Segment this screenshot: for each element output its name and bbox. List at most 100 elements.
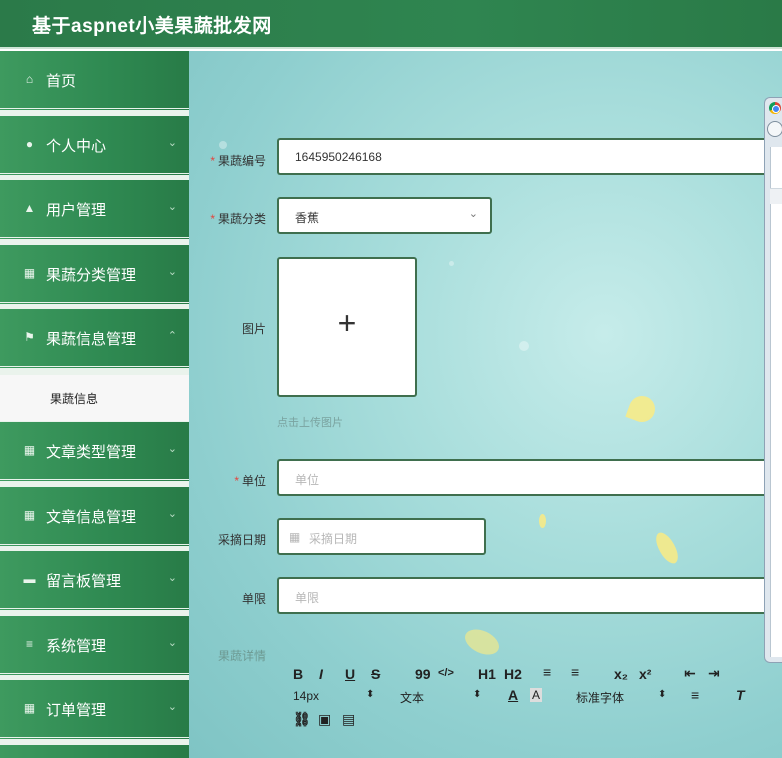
required-mark: * — [210, 154, 215, 168]
sidebar-item-order-management[interactable]: ▦ 订单管理 ⌄ — [0, 680, 189, 740]
grid-icon: ▦ — [23, 701, 36, 715]
chrome-icon — [769, 102, 781, 114]
background-color-button[interactable]: A — [530, 688, 543, 702]
code-label: * 果蔬编号 — [210, 154, 266, 168]
calendar-icon: ▦ — [289, 530, 301, 544]
align-button[interactable]: ≡ — [691, 687, 699, 703]
image-upload[interactable]: + — [277, 257, 417, 397]
background-flower — [625, 392, 659, 426]
window-strip — [770, 188, 782, 204]
menu-icon: ≡ — [25, 637, 33, 651]
sidebar-item-label: 果蔬分类管理 — [46, 267, 137, 284]
chevron-down-icon: ⌄ — [167, 508, 177, 520]
unit-label: * 单位 — [234, 474, 266, 488]
required-mark: * — [234, 474, 239, 488]
code-input[interactable]: 1645950246168 — [277, 138, 782, 175]
font-family-select[interactable]: 标准字体 — [576, 689, 624, 706]
table-icon: ▦ — [23, 508, 36, 522]
sidebar-item-label: 个人中心 — [46, 138, 107, 155]
window-content-pane — [770, 147, 782, 657]
chevron-down-icon: ⌄ — [167, 443, 177, 455]
format-select[interactable]: 文本 — [400, 689, 424, 706]
superscript-button[interactable]: x² — [639, 666, 651, 682]
sidebar-item-partial — [0, 745, 189, 758]
grid-icon: ▦ — [23, 443, 36, 457]
sidebar-item-message-board-management[interactable]: ▬ 留言板管理 ⌄ — [0, 551, 189, 611]
users-icon: ▲ — [23, 201, 36, 215]
category-select[interactable]: 香蕉 ⌄ — [277, 197, 492, 234]
sidebar-item-label: 文章信息管理 — [46, 509, 137, 526]
pick-date-label: 采摘日期 — [217, 533, 266, 547]
header1-button[interactable]: H1 — [478, 666, 496, 682]
sidebar-item-label: 文章类型管理 — [46, 444, 137, 461]
back-button[interactable] — [767, 121, 782, 137]
sidebar-item-category-management[interactable]: ▦ 果蔬分类管理 ⌄ — [0, 245, 189, 305]
top-header: 基于aspnet小美果蔬批发网 — [0, 0, 782, 49]
strikethrough-button[interactable]: S — [371, 666, 380, 682]
chevron-updown-icon: ⬍ — [658, 689, 667, 700]
image-icon[interactable]: ▣ — [318, 711, 331, 728]
video-icon[interactable]: ▤ — [342, 711, 355, 728]
ordered-list-button[interactable]: ≡ — [543, 664, 551, 680]
header2-button[interactable]: H2 — [504, 666, 522, 682]
code-block-button[interactable]: </> — [438, 667, 454, 679]
grid-icon: ▦ — [23, 266, 36, 280]
chevron-down-icon: ⌄ — [468, 208, 478, 220]
italic-button[interactable]: I — [319, 666, 323, 682]
chevron-down-icon: ⌄ — [167, 637, 177, 649]
upload-hint: 点击上传图片 — [277, 417, 343, 429]
blockquote-button[interactable]: 99 — [415, 666, 431, 682]
sidebar-item-personal-center[interactable]: ● 个人中心 ⌄ — [0, 116, 189, 176]
sidebar-item-article-type-management[interactable]: ▦ 文章类型管理 ⌄ — [0, 422, 189, 482]
user-icon: ● — [25, 137, 34, 151]
subscript-button[interactable]: x₂ — [614, 666, 628, 682]
text-color-button[interactable]: A — [508, 687, 518, 703]
outdent-button[interactable]: ⇤ — [684, 665, 696, 682]
chevron-updown-icon: ⬍ — [366, 689, 375, 700]
sidebar-subitem-produce-info[interactable]: 果蔬信息 — [0, 375, 189, 421]
chevron-down-icon: ⌄ — [167, 701, 177, 713]
background-bokeh — [219, 141, 227, 149]
background-bokeh — [519, 341, 529, 351]
sidebar-item-user-management[interactable]: ▲ 用户管理 ⌄ — [0, 180, 189, 240]
sidebar-item-produce-info-management[interactable]: ⚑ 果蔬信息管理 ⌃ — [0, 309, 189, 369]
background-leaf — [650, 529, 684, 567]
code-input-value: 1645950246168 — [295, 150, 382, 164]
sidebar-item-home[interactable]: ⌂ 首页 — [0, 51, 189, 111]
chevron-down-icon: ⌄ — [167, 137, 177, 149]
clear-format-button[interactable]: T — [736, 687, 745, 703]
background-leaf — [539, 514, 546, 528]
image-label: 图片 — [241, 322, 266, 336]
editor-toolbar: B I U S 99 </> H1 H2 ≡ ≡ x₂ x² ⇤ ⇥ 14px … — [278, 655, 782, 739]
sidebar-item-label: 系统管理 — [46, 638, 107, 655]
chevron-down-icon: ⌄ — [167, 266, 177, 278]
chevron-up-icon: ⌃ — [167, 330, 177, 342]
bullet-list-button[interactable]: ≡ — [571, 664, 579, 680]
limit-input[interactable]: 单限 — [277, 577, 782, 614]
sidebar-item-label: 果蔬信息管理 — [46, 331, 137, 348]
link-icon[interactable]: ⛓ — [293, 711, 311, 728]
underline-button[interactable]: U — [345, 666, 355, 682]
category-label: * 果蔬分类 — [210, 212, 266, 226]
indent-button[interactable]: ⇥ — [708, 665, 720, 682]
plus-icon: + — [337, 305, 357, 341]
bold-button[interactable]: B — [293, 666, 303, 682]
home-icon: ⌂ — [25, 72, 34, 86]
detail-label: 果蔬详情 — [217, 649, 266, 663]
pick-date-input[interactable]: ▦ 采摘日期 — [277, 518, 486, 555]
category-select-value: 香蕉 — [295, 211, 320, 225]
sidebar-item-label: 订单管理 — [46, 702, 107, 719]
sidebar-item-article-info-management[interactable]: ▦ 文章信息管理 ⌄ — [0, 487, 189, 547]
sidebar-subitem-label: 果蔬信息 — [50, 392, 99, 406]
chevron-updown-icon: ⬍ — [473, 689, 482, 700]
chevron-down-icon: ⌄ — [167, 572, 177, 584]
limit-label: 单限 — [241, 592, 266, 606]
sidebar: ⌂ 首页 ● 个人中心 ⌄ ▲ 用户管理 ⌄ ▦ 果蔬分类管理 ⌄ ⚑ 果蔬信息… — [0, 51, 189, 758]
required-mark: * — [210, 212, 215, 226]
sidebar-item-system-management[interactable]: ≡ 系统管理 ⌄ — [0, 616, 189, 676]
background-bokeh — [449, 261, 454, 266]
overlapping-browser-window[interactable] — [764, 97, 782, 663]
flag-icon: ⚑ — [24, 330, 35, 344]
font-size-select[interactable]: 14px — [293, 689, 319, 703]
unit-input[interactable]: 单位 — [277, 459, 782, 496]
